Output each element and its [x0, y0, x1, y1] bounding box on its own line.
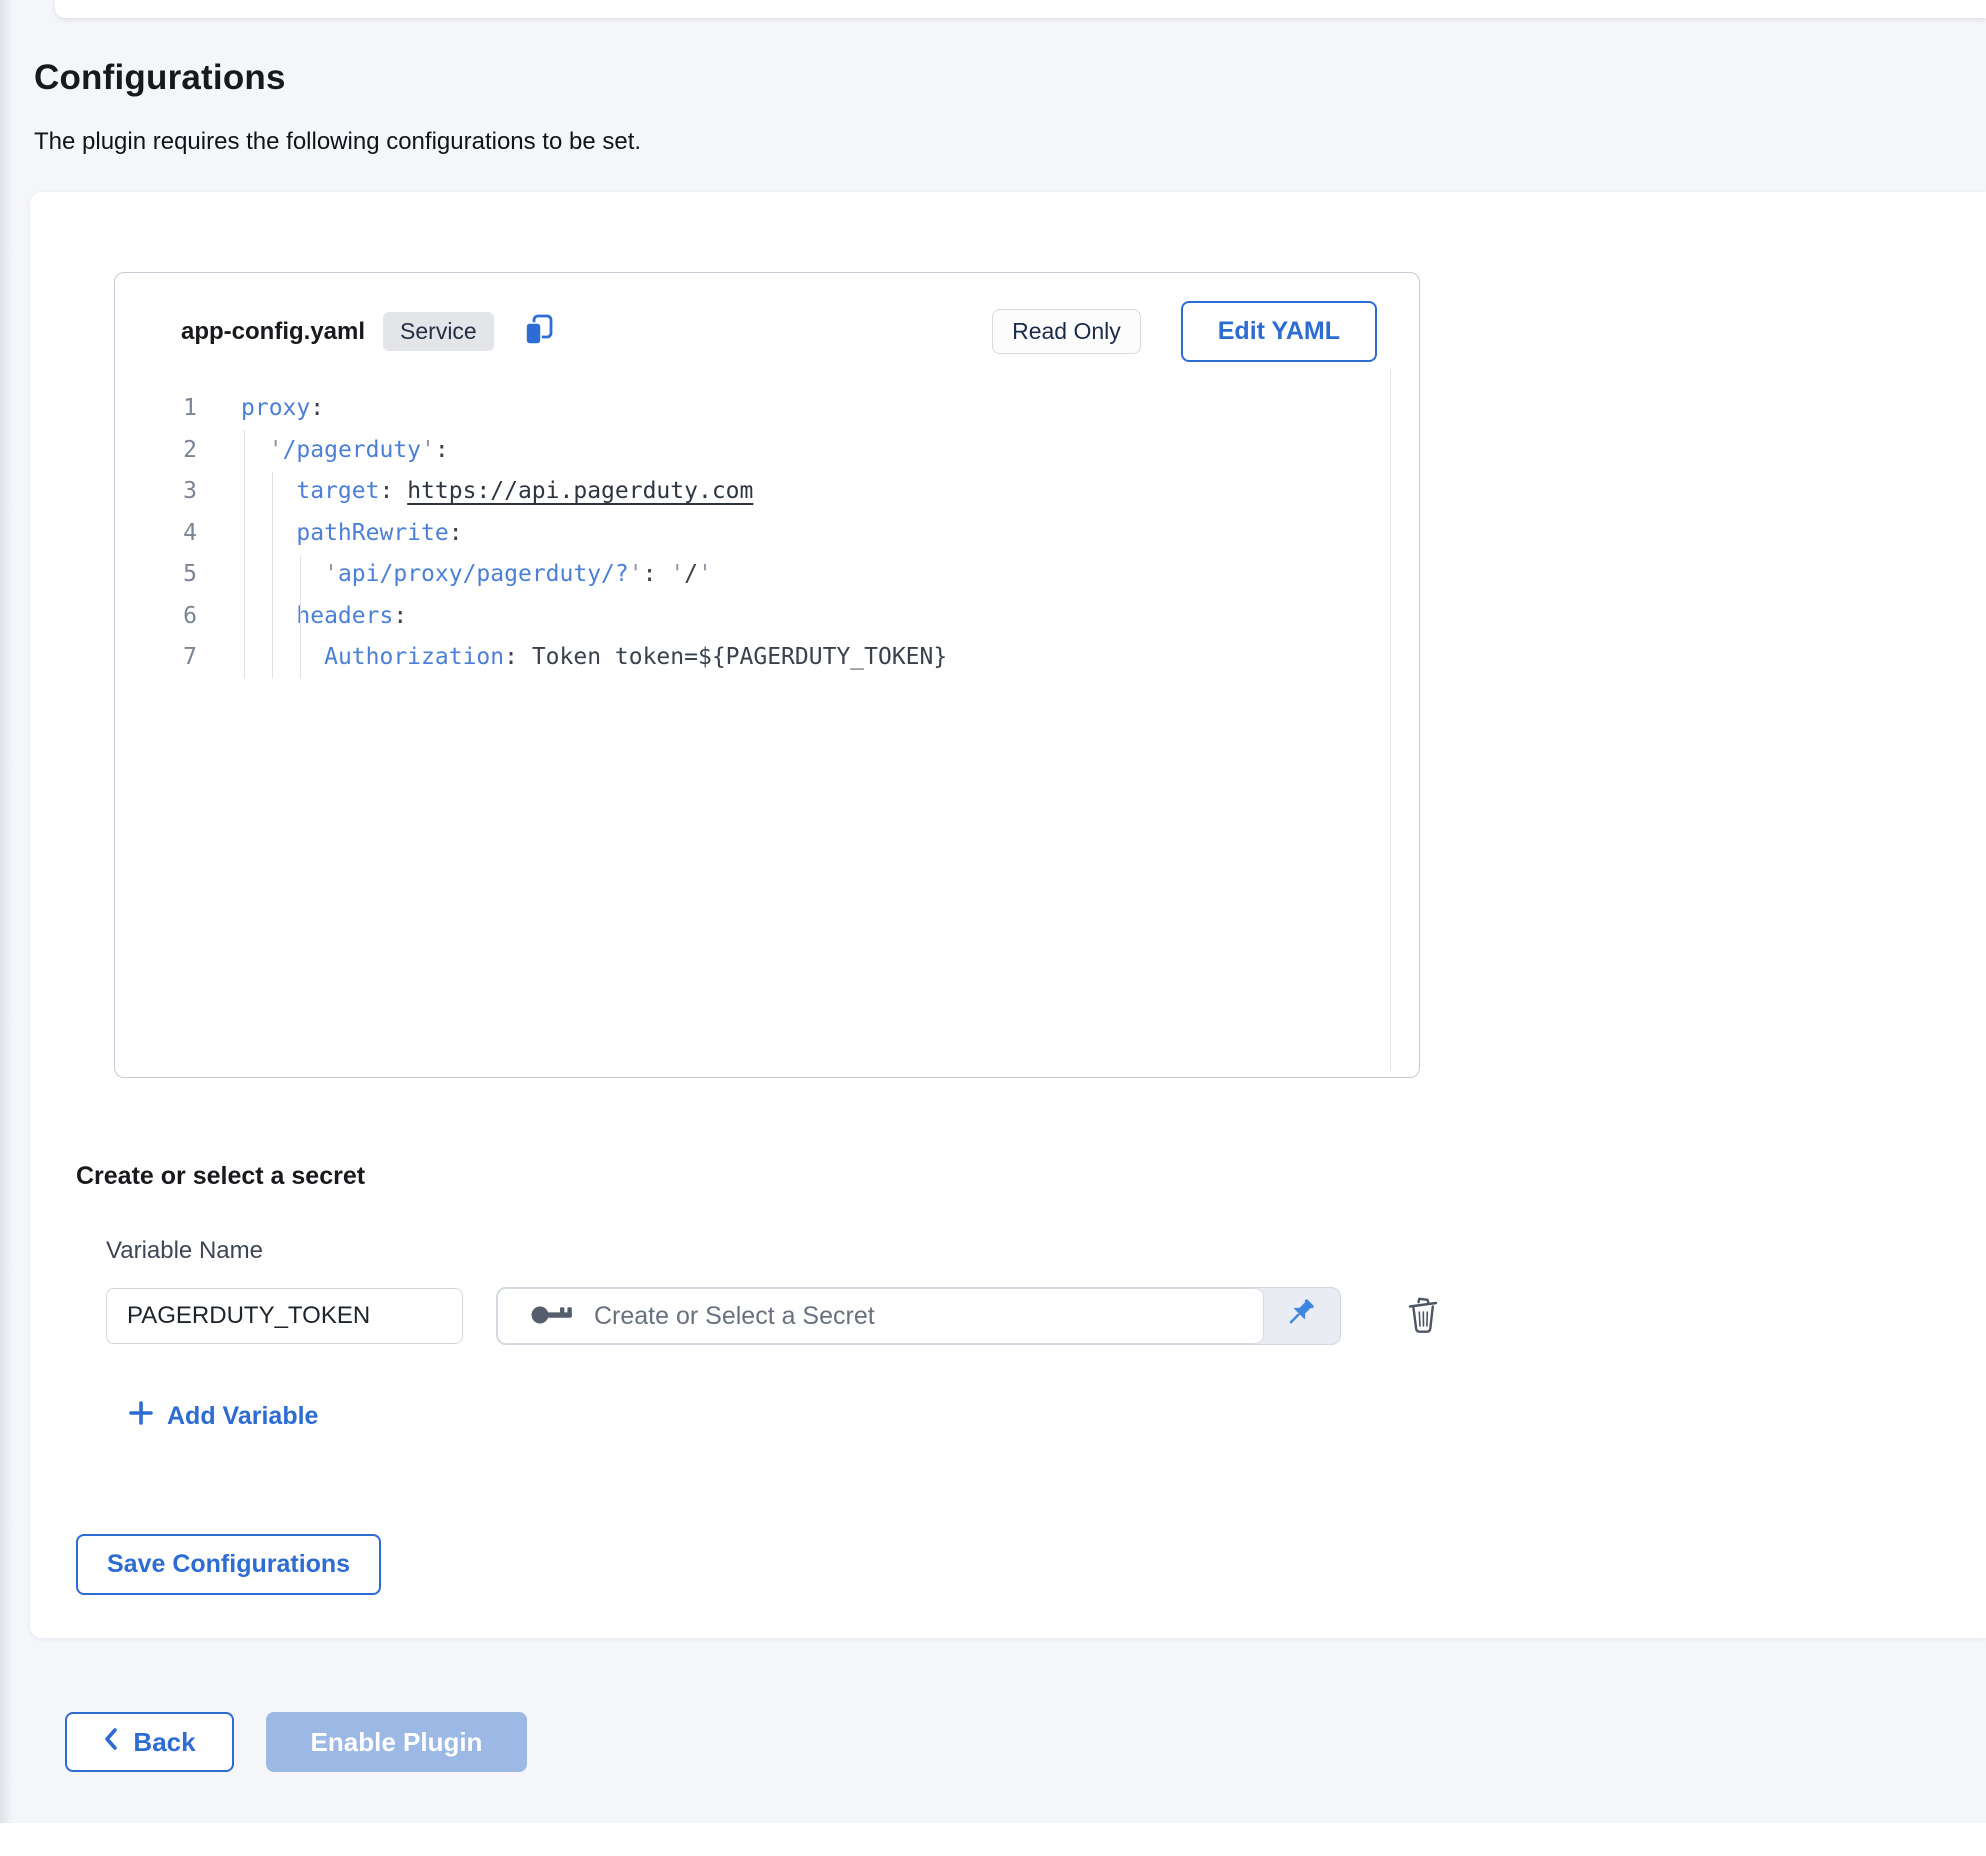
back-button-label: Back: [133, 1727, 195, 1758]
main-content: Configurations The plugin requires the f…: [0, 0, 1986, 1772]
secret-select-field[interactable]: Create or Select a Secret: [497, 1288, 1264, 1344]
configurations-card: app-config.yaml Service Read Only Edit Y…: [30, 192, 1986, 1638]
yaml-editor-header: app-config.yaml Service Read Only Edit Y…: [115, 273, 1419, 376]
secret-select-placeholder: Create or Select a Secret: [594, 1302, 875, 1331]
edit-yaml-button[interactable]: Edit YAML: [1181, 301, 1377, 362]
enable-plugin-button[interactable]: Enable Plugin: [266, 1712, 527, 1772]
code-line: 1proxy:: [115, 388, 1419, 430]
code-editor-area[interactable]: 1proxy:2 '/pagerduty':3 target: https://…: [115, 388, 1419, 1028]
service-type-chip: Service: [383, 312, 494, 351]
variable-name-input[interactable]: [106, 1288, 463, 1344]
yaml-editor-panel: app-config.yaml Service Read Only Edit Y…: [114, 272, 1420, 1078]
plugin-configuration-page: Configurations The plugin requires the f…: [0, 0, 1986, 1856]
copy-icon: [522, 313, 556, 350]
chevron-left-icon: [103, 1727, 119, 1758]
page-subtitle: The plugin requires the following config…: [34, 128, 1986, 156]
pin-secret-button[interactable]: [1264, 1288, 1340, 1344]
secret-section-heading: Create or select a secret: [76, 1162, 1986, 1191]
back-button[interactable]: Back: [65, 1712, 234, 1772]
editor-scrollbar-gutter[interactable]: [1390, 369, 1391, 1071]
save-configurations-button[interactable]: Save Configurations: [76, 1534, 381, 1595]
copy-yaml-button[interactable]: [522, 313, 556, 350]
code-lines: 1proxy:2 '/pagerduty':3 target: https://…: [115, 388, 1419, 679]
variable-name-label: Variable Name: [106, 1237, 1986, 1265]
indent-guide: [272, 472, 273, 678]
delete-variable-button[interactable]: [1403, 1293, 1443, 1340]
code-line: 7 Authorization: Token token=${PAGERDUTY…: [115, 637, 1419, 679]
trash-icon: [1403, 1293, 1443, 1340]
secret-select[interactable]: Create or Select a Secret: [496, 1287, 1341, 1345]
indent-guide: [300, 555, 301, 678]
code-line: 5 'api/proxy/pagerduty/?': '/': [115, 554, 1419, 596]
read-only-badge: Read Only: [992, 309, 1141, 354]
code-line: 3 target: https://api.pagerduty.com: [115, 471, 1419, 513]
footer-actions: Back Enable Plugin: [65, 1712, 1986, 1772]
code-line: 2 '/pagerduty':: [115, 430, 1419, 472]
page-title: Configurations: [34, 0, 1986, 98]
add-variable-button[interactable]: Add Variable: [127, 1399, 318, 1434]
key-icon: [530, 1301, 576, 1332]
code-line: 4 pathRewrite:: [115, 513, 1419, 555]
config-filename: app-config.yaml: [181, 318, 365, 346]
code-line: 6 headers:: [115, 596, 1419, 638]
indent-guide: [244, 430, 245, 678]
pushpin-icon: [1283, 1296, 1321, 1337]
plus-icon: [127, 1399, 155, 1434]
variable-row: Create or Select a Secret: [106, 1287, 1986, 1345]
add-variable-label: Add Variable: [167, 1402, 318, 1431]
